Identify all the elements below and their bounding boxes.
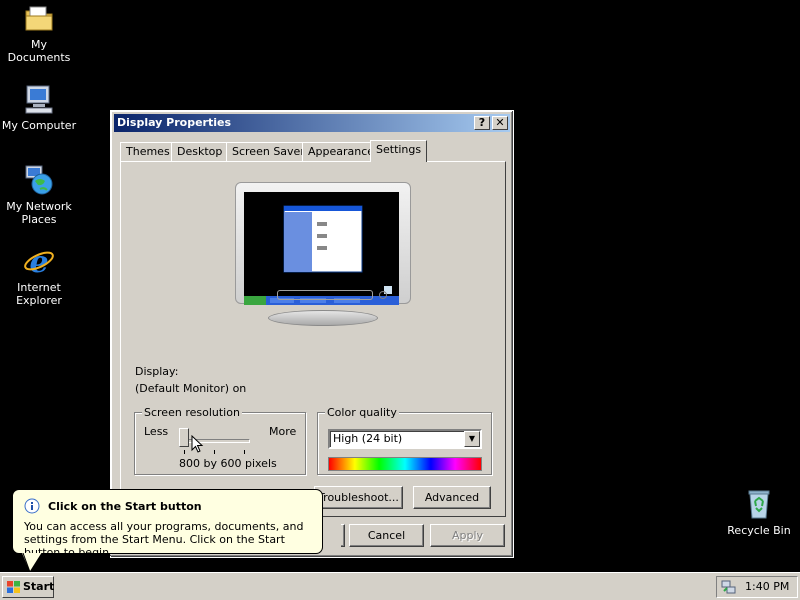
tab-screen-saver[interactable]: Screen Saver (226, 142, 311, 161)
network-globe-icon (23, 164, 55, 196)
slider-tick (244, 450, 245, 454)
power-button-icon (379, 291, 387, 299)
color-spectrum-bar (328, 457, 482, 471)
apply-button[interactable]: Apply (430, 524, 505, 547)
tab-settings[interactable]: Settings (370, 140, 428, 162)
desktop-icon-recycle-bin[interactable]: Recycle Bin (720, 488, 798, 537)
recycle-bin-icon (743, 488, 775, 520)
dialog-titlebar[interactable]: Display Properties ? ✕ (114, 114, 510, 132)
desktop-icon-label: My Documents (7, 38, 71, 64)
clock[interactable]: 1:40 PM (745, 577, 789, 597)
computer-icon (23, 83, 55, 115)
screen-resolution-group: Screen resolution Less More 800 by 600 p… (134, 406, 306, 475)
color-quality-value: High (24 bit) (333, 432, 403, 445)
slider-tick (184, 450, 185, 454)
ok-button-edge[interactable] (341, 524, 345, 547)
group-title: Color quality (325, 406, 399, 419)
svg-text:e: e (29, 245, 48, 277)
settings-panel: Display: (Default Monitor) on Screen res… (120, 161, 506, 517)
tab-desktop[interactable]: Desktop (171, 142, 229, 161)
dialog-title: Display Properties (117, 116, 232, 129)
balloon-body: You can access all your programs, docume… (24, 520, 304, 559)
resolution-value: 800 by 600 pixels (179, 457, 277, 470)
resolution-slider-thumb[interactable] (179, 428, 189, 447)
desktop-icon-label: Internet Explorer (16, 281, 62, 307)
info-icon (24, 498, 40, 514)
internet-explorer-icon: e (23, 245, 55, 280)
tab-themes[interactable]: Themes (120, 142, 176, 161)
color-quality-group: Color quality High (24 bit) ▼ (317, 406, 492, 475)
desktop-icon-my-computer[interactable]: My Computer (0, 83, 78, 132)
monitor-stand (268, 310, 378, 326)
desktop-icon-label: My Network Places (6, 200, 72, 226)
close-button[interactable]: ✕ (492, 116, 508, 130)
mouse-cursor-icon (191, 435, 204, 453)
more-label: More (269, 425, 297, 438)
tab-appearance[interactable]: Appearance (302, 142, 381, 161)
desktop-icon-my-documents[interactable]: My Documents (0, 2, 78, 64)
network-tray-icon[interactable] (721, 579, 737, 595)
desktop-icon-network-places[interactable]: My Network Places (0, 164, 78, 226)
slider-tick (214, 450, 215, 454)
desktop-icon-label: Recycle Bin (727, 524, 791, 537)
start-label: Start (23, 580, 55, 593)
color-quality-select[interactable]: High (24 bit) ▼ (328, 429, 482, 449)
taskbar: Start 1:40 PM (0, 572, 800, 600)
balloon-tail (22, 553, 43, 573)
help-button[interactable]: ? (474, 116, 490, 130)
balloon-title: Click on the Start button (48, 500, 202, 513)
monitor-preview (235, 182, 411, 328)
monitor-chin (277, 290, 373, 300)
advanced-button[interactable]: Advanced (413, 486, 491, 509)
less-label: Less (144, 425, 169, 438)
display-value: (Default Monitor) on (135, 382, 247, 395)
windows-logo-icon (7, 581, 20, 593)
cancel-button[interactable]: Cancel (349, 524, 424, 547)
folder-icon (23, 2, 55, 34)
chevron-down-icon[interactable]: ▼ (464, 431, 480, 447)
start-button[interactable]: Start (2, 576, 54, 598)
monitor-screen (244, 192, 399, 305)
display-label: Display: (135, 365, 179, 378)
desktop-icon-internet-explorer[interactable]: e Internet Explorer (0, 245, 78, 307)
desktop-icon-label: My Computer (1, 119, 77, 132)
troubleshoot-button[interactable]: Troubleshoot... (314, 486, 403, 509)
system-tray: 1:40 PM (716, 576, 798, 598)
start-balloon-tip[interactable]: Click on the Start button You can access… (12, 489, 323, 559)
group-title: Screen resolution (142, 406, 242, 419)
